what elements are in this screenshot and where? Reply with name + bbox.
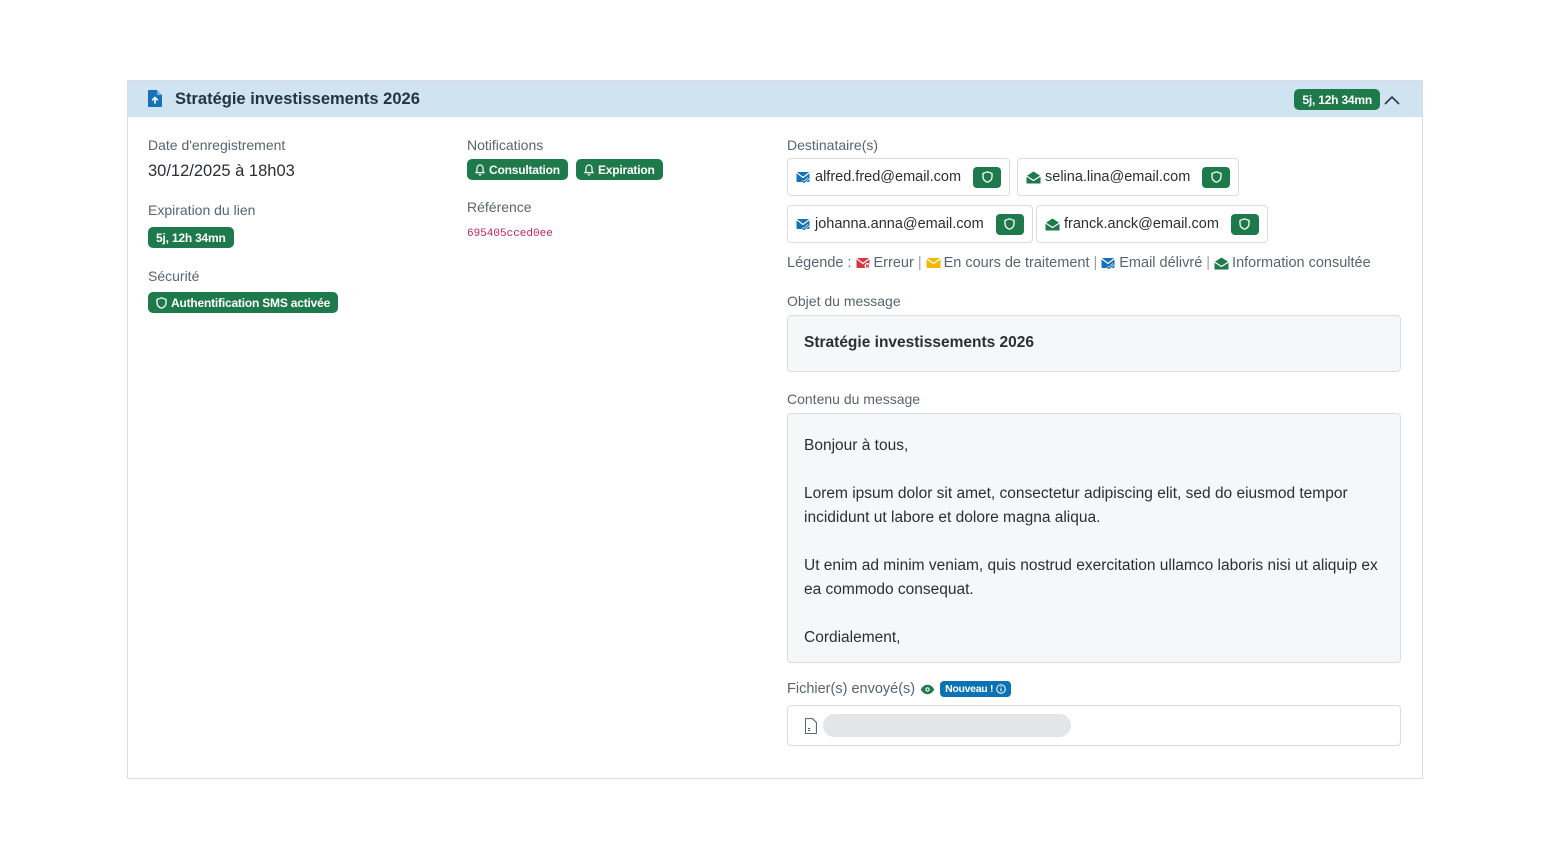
subject-label: Objet du message [787,293,901,309]
file-name-placeholder [823,714,1071,737]
files-header: Fichier(s) envoyé(s) Nouveau ! [787,681,1012,697]
info-icon [996,684,1006,694]
notification-label: Expiration [597,162,655,177]
recipient-email: selina.lina@email.com [1045,169,1191,185]
shield-icon [156,296,167,309]
recipient-email: franck.anck@email.com [1064,216,1219,232]
legend-label: Email délivré [1119,255,1203,271]
reference-value: 695405cced0ee [467,228,553,240]
legend-label: En cours de traitement [943,255,1090,271]
recipient-chip: selina.lina@email.com [1017,158,1240,196]
notifications-list: Consultation Expiration [467,159,663,180]
legend-label: Erreur [873,255,914,271]
file-upload-icon [148,90,164,108]
notification-label: Consultation [489,162,560,177]
notification-badge-consultation: Consultation [467,159,568,180]
content-paragraph: Ut enim ad minim veniam, quis nostrud ex… [804,557,1378,598]
legend-label: Information consultée [1232,255,1371,271]
files-list [787,705,1401,746]
email-processing-icon [925,257,941,269]
content-paragraph: Cordialement, [804,629,901,646]
card-header[interactable]: Stratégie investissements 2026 5j, 12h 3… [128,81,1422,117]
file-icon [805,717,817,734]
reference-label: Référence [467,199,532,215]
email-error-icon [855,257,871,269]
chevron-up-icon[interactable] [1382,90,1402,110]
bell-icon [475,163,485,176]
content-label: Contenu du message [787,391,921,407]
notifications-label: Notifications [467,137,544,153]
new-feature-badge[interactable]: Nouveau ! [940,681,1012,697]
new-badge-label: Nouveau ! [945,683,994,695]
content-field: Bonjour à tous, Lorem ipsum dolor sit am… [787,413,1401,663]
status-legend: Légende : Erreur | En cours de traitemen… [787,255,1371,271]
shield-icon[interactable] [1202,166,1231,188]
bell-icon [583,163,594,176]
email-open-icon [1214,257,1229,270]
security-badge: Authentification SMS activée [148,292,339,313]
legend-separator: | [1206,255,1211,271]
shield-icon[interactable] [1230,213,1259,235]
email-delivered-icon [1101,257,1116,269]
expiration-label: Expiration du lien [148,202,256,218]
legend-item-delivered: Email délivré [1101,255,1202,271]
shield-icon[interactable] [973,166,1002,188]
legend-separator: | [917,255,922,271]
transfer-card: Stratégie investissements 2026 5j, 12h 3… [127,80,1423,779]
legend-item-error: Erreur [855,255,914,271]
email-delivered-icon [796,218,811,230]
email-open-icon [1026,171,1041,184]
recipients-label: Destinataire(s) [787,137,879,153]
email-open-icon [1045,218,1060,231]
security-value: Authentification SMS activée [171,295,331,310]
legend-prefix: Légende : [787,255,852,271]
security-label: Sécurité [148,268,200,284]
subject-field: Stratégie investissements 2026 [787,315,1401,372]
recipient-email: alfred.fred@email.com [815,169,962,185]
notification-badge-expiration: Expiration [575,159,663,180]
recipient-chip: alfred.fred@email.com [787,158,1011,196]
date-label: Date d'enregistrement [148,137,286,153]
content-paragraph: Bonjour à tous, [804,437,909,454]
legend-item-processing: En cours de traitement [925,255,1090,271]
recipient-chip: franck.anck@email.com [1036,205,1268,243]
email-delivered-icon [796,171,811,183]
recipient-chip: johanna.anna@email.com [787,205,1033,243]
content-paragraph: Lorem ipsum dolor sit amet, consectetur … [804,485,1348,526]
legend-item-consulted: Information consultée [1214,255,1371,271]
eye-icon[interactable] [920,684,935,695]
files-label: Fichier(s) envoyé(s) [787,681,916,697]
card-title: Stratégie investissements 2026 [175,89,420,108]
date-value: 30/12/2025 à 18h03 [148,162,295,180]
recipient-email: johanna.anna@email.com [815,216,984,232]
legend-separator: | [1093,255,1098,271]
countdown-badge: 5j, 12h 34mn [1294,89,1380,110]
shield-icon[interactable] [995,213,1024,235]
expiration-badge: 5j, 12h 34mn [148,227,234,248]
